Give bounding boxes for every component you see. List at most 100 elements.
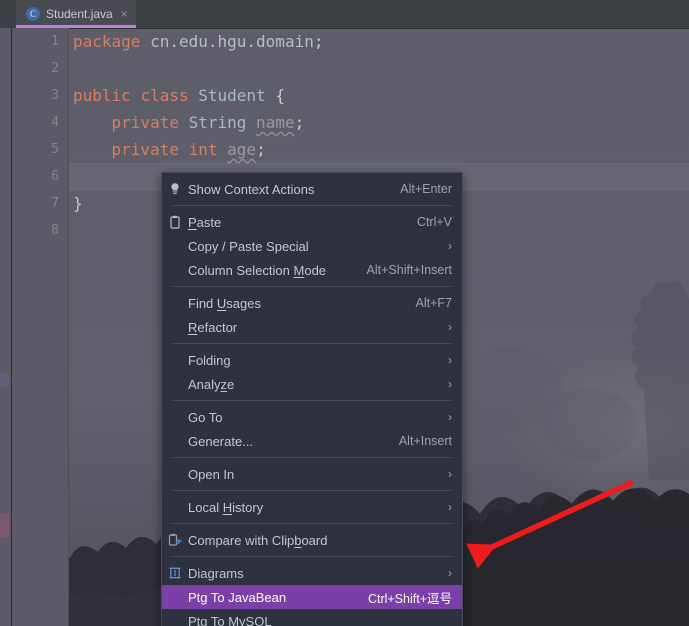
chevron-right-icon: › <box>448 566 452 580</box>
menu-separator <box>172 490 452 491</box>
menu-item-label: Compare with Clipboard <box>188 532 328 548</box>
chevron-right-icon: › <box>448 410 452 424</box>
menu-item-go-to[interactable]: Go To › <box>162 405 462 429</box>
code-token: ; <box>313 32 324 51</box>
chevron-right-icon: › <box>448 467 452 481</box>
code-line[interactable]: private String name; <box>69 109 689 136</box>
editor-marker-stripe[interactable] <box>0 28 11 626</box>
menu-item-refactor[interactable]: Refactor › <box>162 315 462 339</box>
gutter-line-number[interactable]: 8 <box>12 217 59 244</box>
code-line[interactable]: private int age; <box>69 136 689 163</box>
code-token: { <box>275 86 285 105</box>
code-token: age <box>227 140 257 159</box>
menu-item-label: Analyze <box>188 376 235 392</box>
menu-item-find-usages[interactable]: Find Usages Alt+F7 <box>162 291 462 315</box>
menu-item-shortcut: Alt+F7 <box>415 296 452 310</box>
menu-item-label: Folding <box>188 352 231 368</box>
stripe-marker[interactable] <box>0 373 9 387</box>
menu-item-ptg-to-javabean[interactable]: Ptg To JavaBean Ctrl+Shift+逗号 <box>162 585 462 609</box>
menu-item-label: Open In <box>188 466 235 482</box>
menu-separator <box>172 343 452 344</box>
menu-item-local-history[interactable]: Local History › <box>162 495 462 519</box>
clipboard-icon <box>162 215 188 229</box>
chevron-right-icon: › <box>448 320 452 334</box>
menu-item-column-selection-mode[interactable]: Column Selection Mode Alt+Shift+Insert <box>162 258 462 282</box>
gutter-line-number[interactable]: 3 <box>12 82 59 109</box>
menu-item-label: Refactor <box>188 319 238 335</box>
menu-item-label: Column Selection Mode <box>188 262 327 278</box>
menu-separator <box>172 286 452 287</box>
editor-context-menu[interactable]: Show Context Actions Alt+Enter Paste Ctrl+V… <box>161 172 463 626</box>
menu-item-label: Find Usages <box>188 295 261 311</box>
menu-item-shortcut: Alt+Shift+Insert <box>366 263 452 277</box>
gutter-line-number[interactable]: 6 <box>12 163 59 190</box>
editor-gutter[interactable]: 12345678 <box>12 28 68 626</box>
code-line[interactable]: package cn.edu.hgu.domain; <box>69 28 689 55</box>
gutter-line-number[interactable]: 1 <box>12 28 59 55</box>
menu-separator <box>172 523 452 524</box>
java-class-icon: C <box>26 7 40 21</box>
menu-item-diagrams[interactable]: Diagrams › <box>162 561 462 585</box>
gutter-line-number[interactable]: 5 <box>12 136 59 163</box>
diagrams-icon <box>162 566 188 580</box>
menu-item-label: Copy / Paste Special <box>188 238 309 254</box>
gutter-line-number[interactable]: 7 <box>12 190 59 217</box>
code-line[interactable] <box>69 55 689 82</box>
menu-item-copy-paste-special[interactable]: Copy / Paste Special › <box>162 234 462 258</box>
gutter-line-number[interactable]: 2 <box>12 55 59 82</box>
lightbulb-icon <box>162 182 188 196</box>
chevron-right-icon: › <box>448 377 452 391</box>
code-token: Student <box>198 86 266 105</box>
code-token: private <box>111 113 179 132</box>
menu-separator <box>172 556 452 557</box>
code-token: } <box>73 194 83 213</box>
chevron-right-icon: › <box>448 353 452 367</box>
menu-separator <box>172 457 452 458</box>
menu-item-paste[interactable]: Paste Ctrl+V <box>162 210 462 234</box>
menu-item-label: Generate... <box>188 433 254 449</box>
menu-item-label: Go To <box>188 409 223 425</box>
code-token: public <box>73 86 131 105</box>
menu-item-compare-with-clipboard[interactable]: Compare with Clipboard <box>162 528 462 552</box>
compare-clipboard-icon <box>162 533 188 547</box>
code-token: ; <box>256 140 266 159</box>
menu-item-open-in[interactable]: Open In › <box>162 462 462 486</box>
menu-item-label: Diagrams <box>188 565 244 581</box>
code-token: ; <box>294 113 305 132</box>
menu-item-shortcut: Ctrl+Shift+逗号 <box>367 591 452 606</box>
editor-tabbar: C Student.java × <box>0 0 689 29</box>
menu-item-show-context-actions[interactable]: Show Context Actions Alt+Enter <box>162 177 462 201</box>
menu-separator <box>172 205 452 206</box>
editor-tab-student-java[interactable]: C Student.java × <box>16 0 136 28</box>
chevron-right-icon: › <box>448 239 452 253</box>
menu-item-generate[interactable]: Generate... Alt+Insert <box>162 429 462 453</box>
code-token: private <box>111 140 179 159</box>
menu-item-ptg-to-mysql[interactable]: Ptg To MySQL <box>162 609 462 626</box>
ide-window: C Student.java × 12345678 package cn.edu… <box>0 0 689 626</box>
menu-item-label: Ptg To MySQL <box>188 613 272 626</box>
gutter-line-number[interactable]: 4 <box>12 109 59 136</box>
chevron-right-icon: › <box>448 500 452 514</box>
menu-item-analyze[interactable]: Analyze › <box>162 372 462 396</box>
menu-item-folding[interactable]: Folding › <box>162 348 462 372</box>
menu-item-shortcut: Alt+Enter <box>400 182 452 196</box>
menu-item-label: Local History <box>188 499 264 515</box>
code-token: class <box>140 86 189 105</box>
menu-item-label: Ptg To JavaBean <box>188 589 287 605</box>
close-icon[interactable]: × <box>119 8 128 20</box>
editor-tab-label: Student.java <box>46 7 113 21</box>
menu-separator <box>172 400 452 401</box>
stripe-marker[interactable] <box>0 514 9 538</box>
code-token: cn.edu.hgu.domain <box>150 32 314 51</box>
code-token: package <box>73 32 141 51</box>
code-line[interactable]: public class Student { <box>69 82 689 109</box>
